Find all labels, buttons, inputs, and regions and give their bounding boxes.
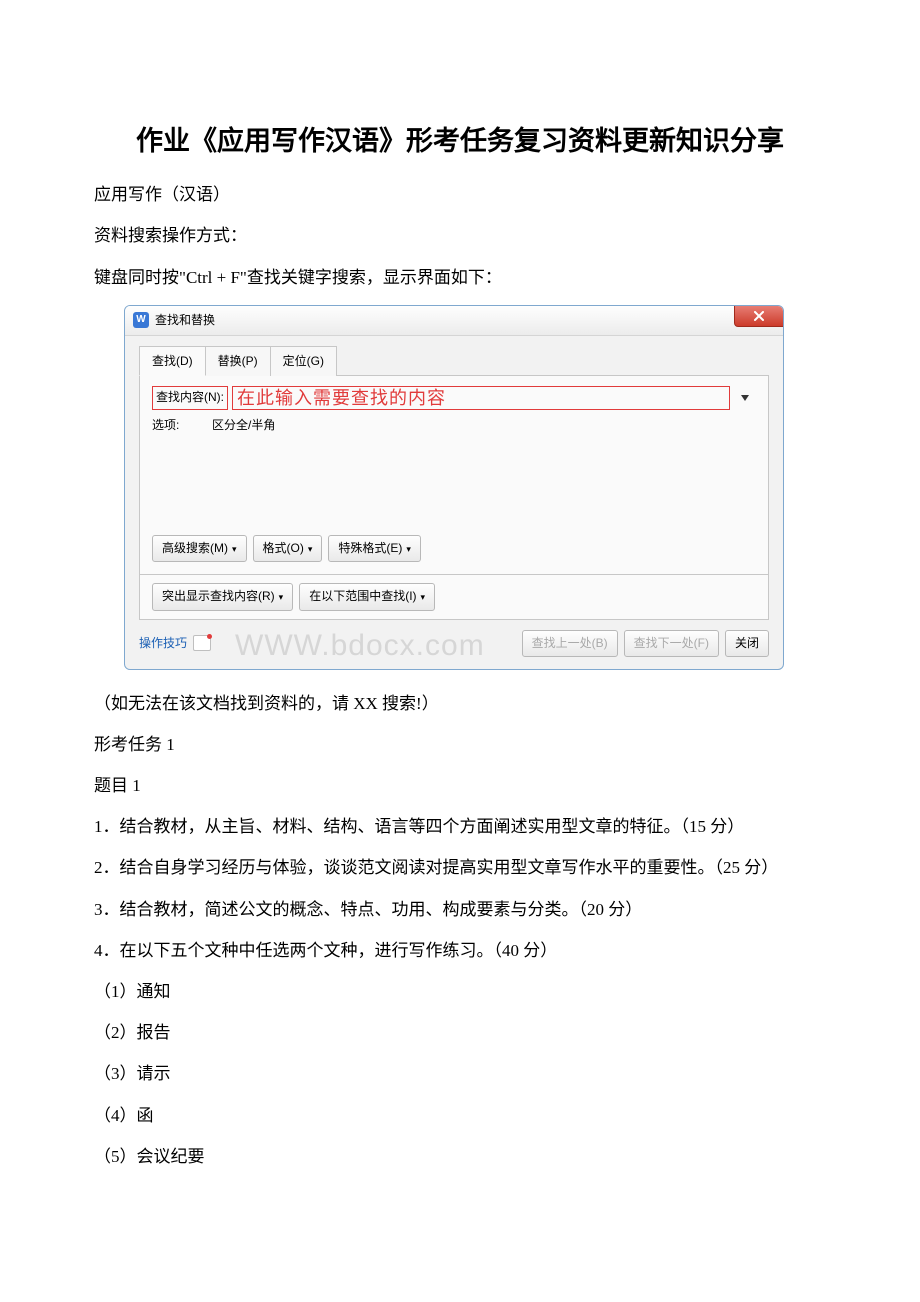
- options-value: 区分全/半角: [212, 416, 275, 435]
- task-label: 形考任务 1: [60, 731, 860, 758]
- find-in-range-button[interactable]: 在以下范围中查找(I)▾: [299, 583, 435, 610]
- search-input[interactable]: 在此输入需要查找的内容: [232, 386, 730, 410]
- dialog-screenshot: W 查找和替换 查找(D) 替换(P) 定位(G) 查找内容(N): 在此输入需…: [124, 305, 784, 670]
- dialog-title: 查找和替换: [155, 311, 215, 330]
- item-1: （1）通知: [60, 978, 860, 1005]
- highlight-button[interactable]: 突出显示查找内容(R)▾: [152, 583, 293, 610]
- tab-panel: 查找内容(N): 在此输入需要查找的内容 选项: 区分全/半角 高级搜索(M)▾…: [139, 375, 769, 575]
- close-icon[interactable]: [734, 305, 784, 327]
- chevron-down-icon: ▾: [406, 542, 411, 556]
- search-content-label: 查找内容(N):: [152, 386, 228, 409]
- item-3: （3）请示: [60, 1060, 860, 1087]
- search-placeholder: 在此输入需要查找的内容: [237, 384, 446, 413]
- format-button[interactable]: 格式(O)▾: [253, 535, 323, 562]
- close-button[interactable]: 关闭: [725, 630, 769, 657]
- question-header: 题目 1: [60, 772, 860, 799]
- app-icon: W: [133, 312, 149, 328]
- question-1: 1．结合教材，从主旨、材料、结构、语言等四个方面阐述实用型文章的特征。（15 分…: [60, 813, 860, 840]
- item-4: （4）函: [60, 1102, 860, 1129]
- intro-3: 键盘同时按"Ctrl + F"查找关键字搜索，显示界面如下：: [60, 264, 860, 291]
- chevron-down-icon: ▾: [232, 542, 237, 556]
- intro-2: 资料搜索操作方式：: [60, 222, 860, 249]
- tab-goto[interactable]: 定位(G): [270, 346, 337, 376]
- find-next-button[interactable]: 查找下一处(F): [624, 630, 719, 657]
- item-5: （5）会议纪要: [60, 1143, 860, 1170]
- chevron-down-icon: ▾: [421, 590, 426, 604]
- dropdown-icon[interactable]: [734, 386, 756, 410]
- question-2: 2．结合自身学习经历与体验，谈谈范文阅读对提高实用型文章写作水平的重要性。（25…: [60, 854, 860, 881]
- tips-icon[interactable]: [193, 635, 211, 651]
- advanced-search-button[interactable]: 高级搜索(M)▾: [152, 535, 247, 562]
- tab-find[interactable]: 查找(D): [139, 346, 206, 376]
- intro-1: 应用写作（汉语）: [60, 181, 860, 208]
- question-4: 4．在以下五个文种中任选两个文种，进行写作练习。（40 分）: [60, 937, 860, 964]
- middle-button-row: 突出显示查找内容(R)▾ 在以下范围中查找(I)▾: [139, 575, 769, 619]
- item-2: （2）报告: [60, 1019, 860, 1046]
- dialog-footer: 操作技巧 WWW.bdocx.com 查找上一处(B) 查找下一处(F) 关闭: [125, 620, 783, 669]
- special-format-button[interactable]: 特殊格式(E)▾: [328, 535, 421, 562]
- options-label: 选项:: [152, 416, 212, 435]
- question-3: 3．结合教材，简述公文的概念、特点、功用、构成要素与分类。（20 分）: [60, 896, 860, 923]
- note: （如无法在该文档找到资料的，请 XX 搜索!）: [60, 690, 860, 717]
- chevron-down-icon: ▾: [308, 542, 313, 556]
- tabs: 查找(D) 替换(P) 定位(G): [125, 336, 783, 376]
- chevron-down-icon: ▾: [279, 590, 284, 604]
- page-title: 作业《应用写作汉语》形考任务复习资料更新知识分享: [60, 120, 860, 163]
- dialog-titlebar: W 查找和替换: [125, 306, 783, 336]
- tips-link[interactable]: 操作技巧: [139, 634, 187, 653]
- watermark: WWW.bdocx.com: [235, 622, 485, 670]
- find-prev-button[interactable]: 查找上一处(B): [522, 630, 618, 657]
- tab-replace[interactable]: 替换(P): [205, 346, 271, 376]
